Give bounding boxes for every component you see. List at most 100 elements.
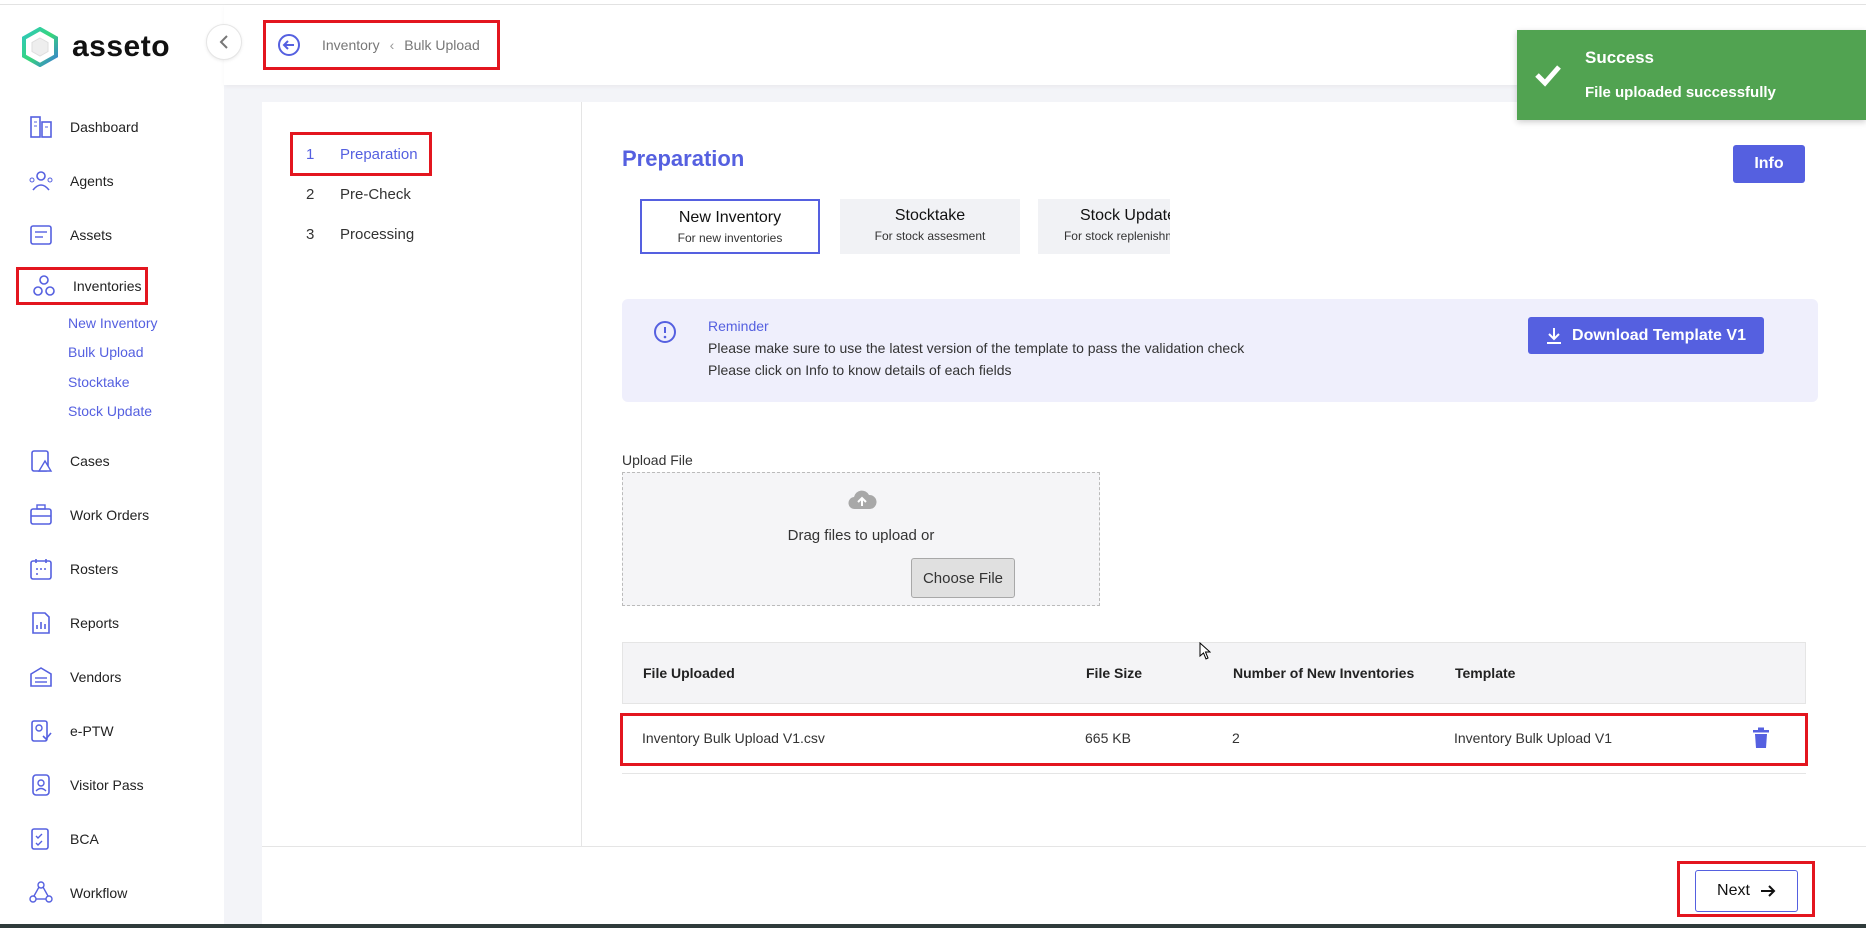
sidebar-item-label: Vendors xyxy=(70,669,122,685)
bca-icon xyxy=(31,828,49,850)
rosters-icon xyxy=(30,559,52,580)
sidebar-subitem-bulk-upload[interactable]: Bulk Upload xyxy=(68,344,144,360)
breadcrumb-parent[interactable]: Inventory xyxy=(322,37,380,53)
sidebar-item-eptw[interactable]: e-PTW xyxy=(28,716,114,746)
column-header: File Uploaded xyxy=(643,665,735,681)
reminder-title: Reminder xyxy=(708,318,769,334)
back-arrow-icon[interactable] xyxy=(276,32,302,58)
toast-title: Success xyxy=(1585,48,1654,67)
mouse-cursor-icon xyxy=(1199,642,1211,660)
file-dropzone[interactable]: Drag files to upload or Choose File xyxy=(622,472,1100,606)
download-template-button[interactable]: Download Template V1 xyxy=(1528,317,1764,354)
column-header: File Size xyxy=(1086,665,1143,681)
arrow-right-icon xyxy=(1760,885,1776,897)
taskbar-edge xyxy=(0,924,1866,928)
type-card-title: Stock Update xyxy=(1079,207,1170,224)
sidebar-subitem-new-inventory[interactable]: New Inventory xyxy=(68,315,157,331)
table-header: File Uploaded File Size Number of New In… xyxy=(622,642,1806,704)
sidebar-item-workflow[interactable]: Workflow xyxy=(28,878,127,908)
sidebar-item-reports[interactable]: Reports xyxy=(28,608,119,638)
agents-icon xyxy=(29,171,53,191)
sidebar-item-label: Rosters xyxy=(70,561,119,577)
sidebar-item-bca[interactable]: BCA xyxy=(28,824,99,854)
asseto-logo-icon xyxy=(22,27,58,67)
chevron-left-icon xyxy=(219,35,228,49)
next-label: Next xyxy=(1717,882,1750,899)
info-circle-icon xyxy=(654,321,676,343)
sidebar-subitem-stock-update[interactable]: Stock Update xyxy=(68,403,152,419)
cloud-upload-icon xyxy=(848,490,877,510)
sidebar-item-label: e-PTW xyxy=(70,723,114,739)
step-number: 2 xyxy=(306,186,315,203)
work-orders-icon xyxy=(30,504,52,525)
upload-file-label: Upload File xyxy=(622,452,693,468)
footer xyxy=(262,847,1866,928)
chevron-left-icon: ‹ xyxy=(389,37,395,53)
type-card-title: New Inventory xyxy=(678,209,782,226)
step-processing[interactable]: 3 Processing xyxy=(306,226,414,243)
eptw-icon xyxy=(31,720,52,742)
step-label: Processing xyxy=(340,226,415,243)
step-number: 3 xyxy=(306,226,315,243)
sidebar-item-label: Inventories xyxy=(73,278,142,294)
next-button[interactable]: Next xyxy=(1695,870,1798,912)
reminder-line: Please make sure to use the latest versi… xyxy=(708,340,1245,356)
sidebar-item-label: Assets xyxy=(70,227,113,243)
logo[interactable]: asseto xyxy=(22,27,170,67)
breadcrumb: Inventory ‹ Bulk Upload xyxy=(263,20,500,70)
sidebar-item-label: Agents xyxy=(70,173,114,189)
step-label: Pre-Check xyxy=(340,186,411,203)
info-button[interactable]: Info xyxy=(1733,145,1805,183)
sidebar-item-label: Work Orders xyxy=(70,507,150,523)
sidebar-item-vendors[interactable]: Vendors xyxy=(28,662,121,692)
trash-icon[interactable] xyxy=(1752,727,1770,749)
download-icon xyxy=(1547,327,1562,344)
sidebar-item-label: Dashboard xyxy=(70,119,139,135)
reports-icon xyxy=(32,612,50,634)
upload-type-selector: New Inventory For new inventories Stockt… xyxy=(640,199,1170,255)
sidebar-item-inventories[interactable]: Inventories xyxy=(16,267,148,305)
column-header: Number of New Inventories xyxy=(1233,665,1415,681)
download-template-label: Download Template V1 xyxy=(1572,326,1746,344)
sidebar-item-work-orders[interactable]: Work Orders xyxy=(28,500,149,530)
type-card-new-inventory[interactable]: New Inventory For new inventories xyxy=(640,199,820,254)
sidebar-item-cases[interactable]: Cases xyxy=(28,446,110,476)
cases-icon xyxy=(31,450,53,472)
inventories-icon xyxy=(33,275,55,296)
sidebar-item-label: Visitor Pass xyxy=(70,777,144,793)
app-name: asseto xyxy=(72,30,171,63)
dashboard-icon xyxy=(30,116,52,138)
column-header: Template xyxy=(1455,665,1516,681)
step-highlight xyxy=(290,132,432,176)
toast-message: File uploaded successfully xyxy=(1585,84,1776,101)
sidebar-item-label: BCA xyxy=(70,831,99,847)
sidebar-item-dashboard[interactable]: Dashboard xyxy=(28,112,139,142)
sidebar-item-rosters[interactable]: Rosters xyxy=(28,554,118,584)
sidebar-subitem-stocktake[interactable]: Stocktake xyxy=(68,374,129,390)
type-card-title: Stocktake xyxy=(894,207,966,224)
page-title: Preparation xyxy=(622,146,745,171)
sidebar-item-assets[interactable]: Assets xyxy=(28,220,112,250)
sidebar-item-agents[interactable]: Agents xyxy=(28,166,114,196)
reminder-line: Please click on Info to know details of … xyxy=(708,362,1012,378)
collapse-sidebar-button[interactable] xyxy=(206,24,242,60)
check-icon xyxy=(1535,65,1561,87)
vendors-icon xyxy=(30,667,52,687)
step-pre-check[interactable]: 2 Pre-Check xyxy=(306,186,411,203)
sidebar-item-visitor-pass[interactable]: Visitor Pass xyxy=(28,770,144,800)
success-toast[interactable]: Success File uploaded successfully xyxy=(1517,30,1866,120)
sidebar-item-label: Workflow xyxy=(70,885,128,901)
assets-icon xyxy=(30,225,52,245)
workflow-icon xyxy=(29,881,53,903)
type-card-stock-update[interactable]: Stock Update For stock replenishment xyxy=(1038,199,1170,254)
choose-file-button[interactable]: Choose File xyxy=(911,558,1015,598)
type-card-subtitle: For new inventories xyxy=(677,231,783,245)
type-card-stocktake[interactable]: Stocktake For stock assesment xyxy=(840,199,1020,254)
sidebar-item-label: Cases xyxy=(70,453,110,469)
drag-text: Drag files to upload or xyxy=(787,527,935,544)
visitor-pass-icon xyxy=(32,774,50,796)
breadcrumb-current: Bulk Upload xyxy=(404,37,480,53)
sidebar-item-label: Reports xyxy=(70,615,120,631)
type-card-subtitle: For stock assesment xyxy=(874,229,986,243)
row-highlight xyxy=(620,713,1808,766)
